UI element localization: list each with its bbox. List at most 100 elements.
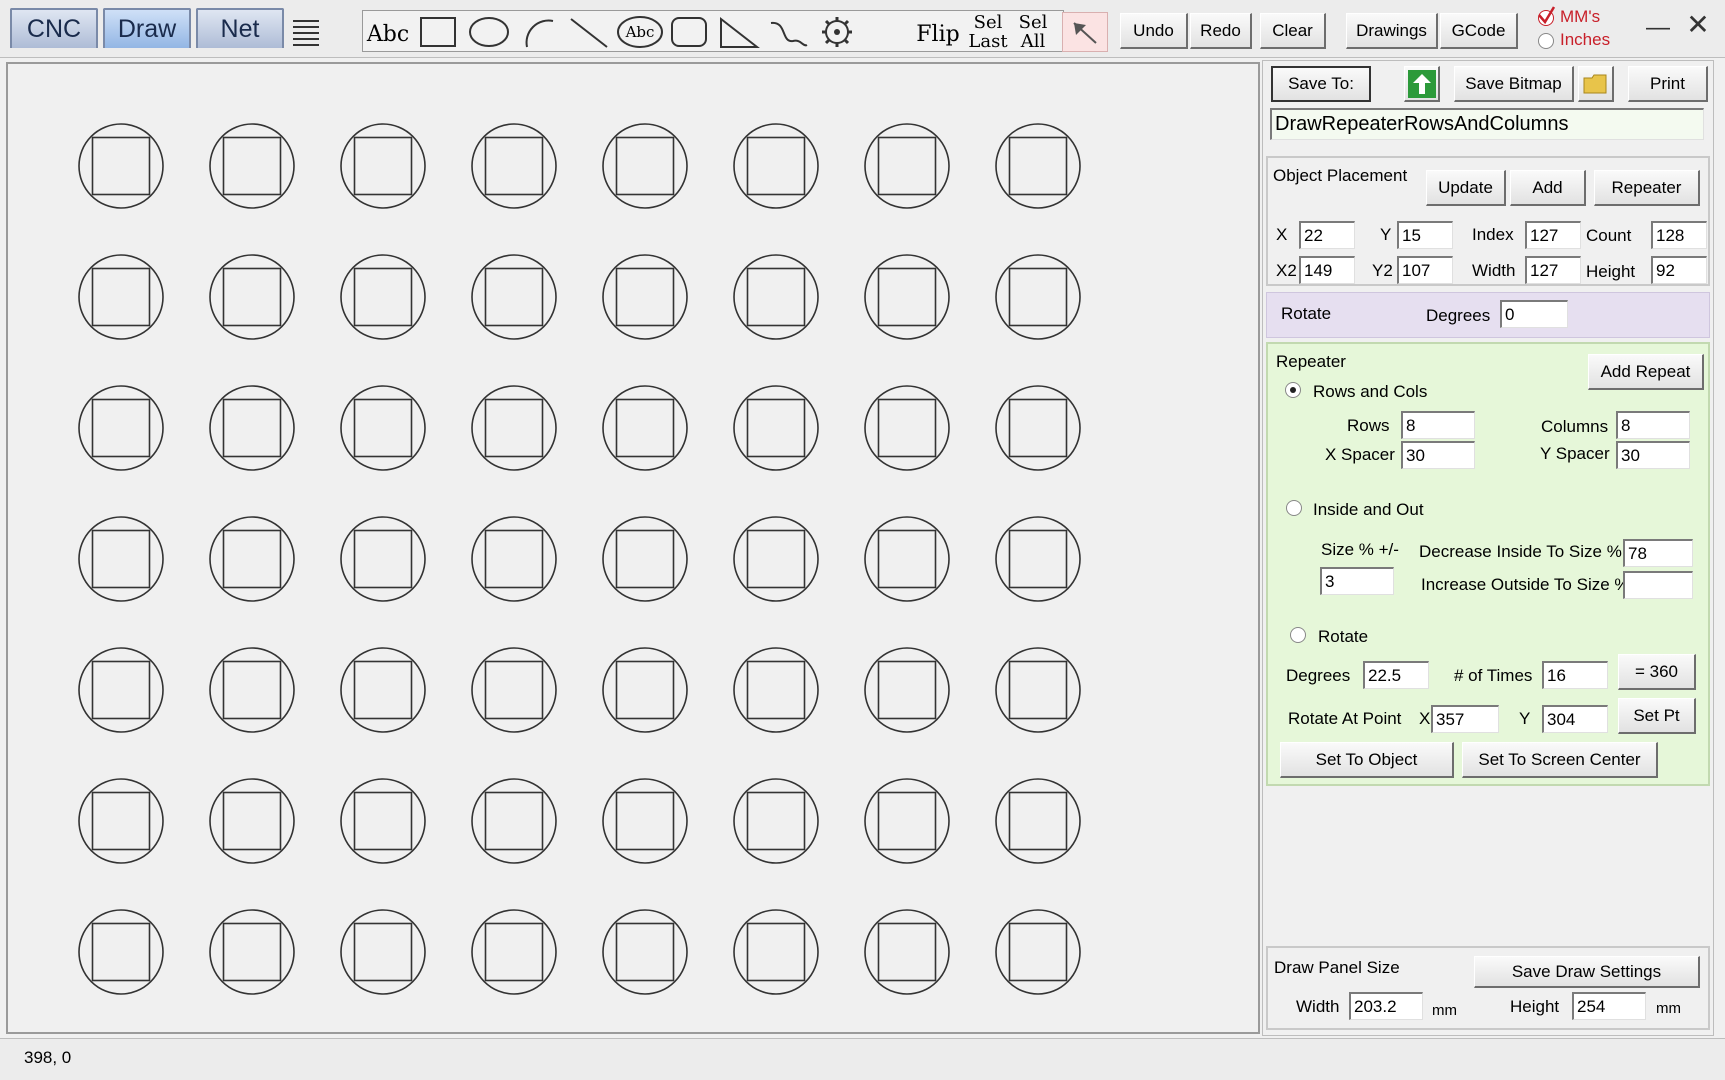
- repeated-shape-r7-c3[interactable]: [340, 909, 426, 995]
- repeated-shape-r5-c8[interactable]: [995, 647, 1081, 733]
- update-button[interactable]: Update: [1426, 170, 1506, 206]
- add-button[interactable]: Add: [1510, 170, 1586, 206]
- line-tool-button[interactable]: [564, 12, 614, 52]
- triangle-tool-button[interactable]: [714, 12, 764, 52]
- repeated-shape-r2-c3[interactable]: [340, 254, 426, 340]
- set-to-object-button[interactable]: Set To Object: [1280, 742, 1454, 778]
- repeated-shape-r3-c4[interactable]: [471, 385, 557, 471]
- select-last-button[interactable]: Sel Last: [964, 12, 1012, 52]
- repeated-shape-r3-c2[interactable]: [209, 385, 295, 471]
- set-point-button[interactable]: Set Pt: [1618, 698, 1696, 734]
- repeated-shape-r1-c2[interactable]: [209, 123, 295, 209]
- select-all-button[interactable]: Sel All: [1012, 12, 1054, 52]
- repeated-shape-r3-c1[interactable]: [78, 385, 164, 471]
- repeated-shape-r6-c5[interactable]: [602, 778, 688, 864]
- size-pct-field[interactable]: [1320, 567, 1394, 595]
- increase-field[interactable]: [1623, 571, 1693, 599]
- repeated-shape-r6-c7[interactable]: [864, 778, 950, 864]
- filename-field[interactable]: [1270, 108, 1704, 140]
- repeated-shape-r1-c7[interactable]: [864, 123, 950, 209]
- panel-height-field[interactable]: [1572, 992, 1646, 1020]
- undo-button[interactable]: Undo: [1120, 13, 1188, 49]
- circle-tool-button[interactable]: [464, 12, 514, 52]
- repeated-shape-r2-c7[interactable]: [864, 254, 950, 340]
- rectangle-tool-button[interactable]: [414, 12, 462, 52]
- repeated-shape-r1-c5[interactable]: [602, 123, 688, 209]
- repeated-shape-r4-c8[interactable]: [995, 516, 1081, 602]
- rotate-mode-radio[interactable]: [1290, 627, 1306, 643]
- repeated-shape-r5-c3[interactable]: [340, 647, 426, 733]
- open-folder-button[interactable]: [1578, 66, 1614, 102]
- point-y-field[interactable]: [1542, 705, 1608, 733]
- rows-cols-radio[interactable]: [1285, 382, 1301, 398]
- repeated-shape-r5-c5[interactable]: [602, 647, 688, 733]
- repeated-shape-r4-c3[interactable]: [340, 516, 426, 602]
- repeated-shape-r4-c6[interactable]: [733, 516, 819, 602]
- save-draw-settings-button[interactable]: Save Draw Settings: [1474, 956, 1700, 988]
- repeated-shape-r4-c4[interactable]: [471, 516, 557, 602]
- minimize-button[interactable]: —: [1640, 8, 1676, 42]
- add-repeat-button[interactable]: Add Repeat: [1588, 354, 1704, 390]
- repeated-shape-r3-c3[interactable]: [340, 385, 426, 471]
- repeated-shape-r6-c1[interactable]: [78, 778, 164, 864]
- repeated-shape-r4-c1[interactable]: [78, 516, 164, 602]
- inside-out-radio[interactable]: [1286, 500, 1302, 516]
- tab-cnc[interactable]: CNC: [10, 8, 98, 48]
- rounded-rect-tool-button[interactable]: [666, 12, 712, 52]
- tab-draw[interactable]: Draw: [103, 8, 191, 48]
- times-field[interactable]: [1542, 661, 1608, 689]
- height-field[interactable]: [1651, 256, 1707, 284]
- repeated-shape-r1-c6[interactable]: [733, 123, 819, 209]
- repeated-shape-r5-c7[interactable]: [864, 647, 950, 733]
- y-field[interactable]: [1397, 221, 1453, 249]
- equals-360-button[interactable]: = 360: [1618, 654, 1696, 690]
- y2-field[interactable]: [1397, 256, 1453, 284]
- save-bitmap-button[interactable]: Save Bitmap: [1454, 66, 1574, 102]
- repeated-shape-r7-c1[interactable]: [78, 909, 164, 995]
- repeated-shape-r1-c8[interactable]: [995, 123, 1081, 209]
- repeated-shape-r2-c1[interactable]: [78, 254, 164, 340]
- flip-button[interactable]: Flip: [912, 14, 964, 54]
- repeated-shape-r2-c4[interactable]: [471, 254, 557, 340]
- repeated-shape-r7-c4[interactable]: [471, 909, 557, 995]
- repeated-shape-r7-c5[interactable]: [602, 909, 688, 995]
- repeated-shape-r3-c6[interactable]: [733, 385, 819, 471]
- repeated-shape-r6-c6[interactable]: [733, 778, 819, 864]
- repeated-shape-r7-c7[interactable]: [864, 909, 950, 995]
- menu-lines-button[interactable]: [288, 12, 324, 52]
- repeated-shape-r6-c3[interactable]: [340, 778, 426, 864]
- arc-tool-button[interactable]: [516, 12, 562, 52]
- repeated-shape-r5-c1[interactable]: [78, 647, 164, 733]
- close-button[interactable]: ✕: [1680, 6, 1716, 42]
- repeated-shape-r5-c2[interactable]: [209, 647, 295, 733]
- print-button[interactable]: Print: [1628, 66, 1708, 102]
- repeated-shape-r6-c8[interactable]: [995, 778, 1081, 864]
- repeated-shape-r6-c4[interactable]: [471, 778, 557, 864]
- repeated-shape-r6-c2[interactable]: [209, 778, 295, 864]
- repeated-shape-r3-c5[interactable]: [602, 385, 688, 471]
- x-spacer-field[interactable]: [1401, 441, 1475, 469]
- width-field[interactable]: [1525, 256, 1581, 284]
- repeated-shape-r5-c6[interactable]: [733, 647, 819, 733]
- redo-button[interactable]: Redo: [1190, 13, 1252, 49]
- repeater-button[interactable]: Repeater: [1594, 170, 1700, 206]
- point-x-field[interactable]: [1431, 705, 1499, 733]
- drawings-button[interactable]: Drawings: [1346, 13, 1438, 49]
- x2-field[interactable]: [1299, 256, 1355, 284]
- save-to-button[interactable]: Save To:: [1271, 66, 1371, 102]
- repeated-shape-r7-c2[interactable]: [209, 909, 295, 995]
- columns-field[interactable]: [1616, 411, 1690, 439]
- repeated-shape-r7-c6[interactable]: [733, 909, 819, 995]
- count-field[interactable]: [1651, 221, 1707, 249]
- y-spacer-field[interactable]: [1616, 441, 1690, 469]
- clear-button[interactable]: Clear: [1260, 13, 1326, 49]
- repeated-shape-r1-c1[interactable]: [78, 123, 164, 209]
- set-to-screen-center-button[interactable]: Set To Screen Center: [1462, 742, 1658, 778]
- circle-text-tool-button[interactable]: Abc: [614, 12, 666, 52]
- repeated-shape-r1-c3[interactable]: [340, 123, 426, 209]
- panel-width-field[interactable]: [1349, 992, 1423, 1020]
- repeated-shape-r7-c8[interactable]: [995, 909, 1081, 995]
- repeated-shape-r2-c2[interactable]: [209, 254, 295, 340]
- drawing-canvas[interactable]: [6, 62, 1260, 1034]
- gear-tool-button[interactable]: [814, 12, 860, 52]
